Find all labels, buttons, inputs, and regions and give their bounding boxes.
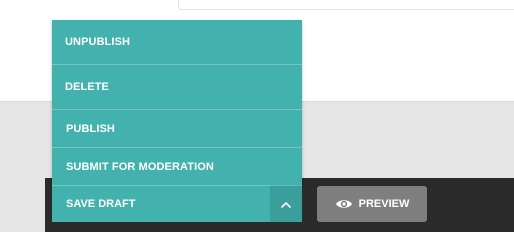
save-draft-button[interactable]: SAVE DRAFT xyxy=(52,185,270,222)
publish-label: PUBLISH xyxy=(66,122,115,135)
publish-menu-item[interactable]: PUBLISH xyxy=(52,110,302,148)
delete-label: DELETE xyxy=(65,81,109,93)
submit-for-moderation-menu-item[interactable]: SUBMIT FOR MODERATION xyxy=(52,148,302,185)
delete-menu-item[interactable]: DELETE xyxy=(52,65,302,110)
chevron-up-icon xyxy=(281,195,291,213)
submit-for-moderation-label: SUBMIT FOR MODERATION xyxy=(66,160,214,173)
more-actions-toggle[interactable] xyxy=(270,185,302,222)
actions-dropdown-menu: UNPUBLISH DELETE PUBLISH SUBMIT FOR MODE… xyxy=(52,20,302,185)
unpublish-menu-item[interactable]: UNPUBLISH xyxy=(52,20,302,65)
text-input[interactable] xyxy=(178,0,514,10)
preview-button[interactable]: PREVIEW xyxy=(317,186,427,222)
eye-icon xyxy=(335,198,353,210)
preview-label: PREVIEW xyxy=(358,198,410,210)
save-draft-label: SAVE DRAFT xyxy=(66,198,136,210)
unpublish-label: UNPUBLISH xyxy=(65,36,131,48)
